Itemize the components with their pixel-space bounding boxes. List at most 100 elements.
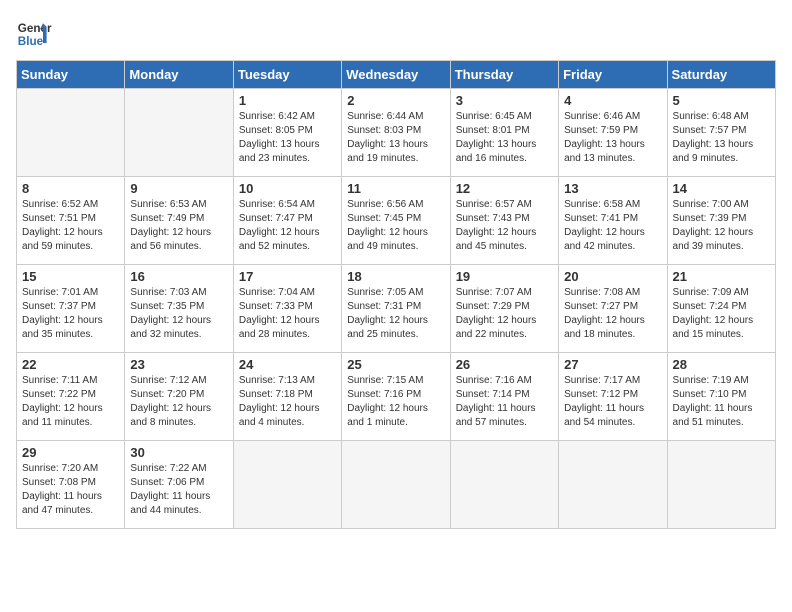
- calendar-week-row: 1 Sunrise: 6:42 AM Sunset: 8:05 PM Daylig…: [17, 89, 776, 177]
- day-info: Sunrise: 6:53 AM Sunset: 7:49 PM Dayligh…: [130, 198, 227, 254]
- calendar-cell: 25 Sunrise: 7:15 AM Sunset: 7:16 PM Dayli…: [342, 353, 450, 441]
- calendar-cell: [667, 441, 775, 529]
- day-number: 17: [239, 269, 336, 284]
- day-info: Sunrise: 7:07 AM Sunset: 7:29 PM Dayligh…: [456, 286, 553, 342]
- calendar-cell: [125, 89, 233, 177]
- day-number: 15: [22, 269, 119, 284]
- day-number: 12: [456, 181, 553, 196]
- column-header-saturday: Saturday: [667, 61, 775, 89]
- calendar-body: 1 Sunrise: 6:42 AM Sunset: 8:05 PM Daylig…: [17, 89, 776, 529]
- column-header-wednesday: Wednesday: [342, 61, 450, 89]
- calendar-cell: 4Sunrise: 6:46 AM Sunset: 7:59 PM Daylig…: [559, 89, 667, 177]
- day-info: Sunrise: 7:09 AM Sunset: 7:24 PM Dayligh…: [673, 286, 770, 342]
- day-info: Sunrise: 6:44 AM Sunset: 8:03 PM Dayligh…: [347, 110, 444, 166]
- svg-text:Blue: Blue: [18, 35, 44, 48]
- calendar-cell: [450, 441, 558, 529]
- calendar-cell: 26Sunrise: 7:16 AM Sunset: 7:14 PM Dayli…: [450, 353, 558, 441]
- day-info: Sunrise: 7:04 AM Sunset: 7:33 PM Dayligh…: [239, 286, 336, 342]
- day-number: 21: [673, 269, 770, 284]
- calendar-cell: [233, 441, 341, 529]
- calendar-cell: 13 Sunrise: 6:58 AM Sunset: 7:41 PM Dayli…: [559, 177, 667, 265]
- day-number: 24: [239, 357, 336, 372]
- logo: General Blue: [16, 16, 52, 52]
- day-info: Sunrise: 7:22 AM Sunset: 7:06 PM Dayligh…: [130, 462, 227, 518]
- calendar-week-row: 29 Sunrise: 7:20 AM Sunset: 7:08 PM Dayli…: [17, 441, 776, 529]
- calendar-cell: 8 Sunrise: 6:52 AM Sunset: 7:51 PM Daylig…: [17, 177, 125, 265]
- calendar-cell: 27Sunrise: 7:17 AM Sunset: 7:12 PM Dayli…: [559, 353, 667, 441]
- day-number: 19: [456, 269, 553, 284]
- day-info: Sunrise: 6:58 AM Sunset: 7:41 PM Dayligh…: [564, 198, 661, 254]
- day-info: Sunrise: 7:05 AM Sunset: 7:31 PM Dayligh…: [347, 286, 444, 342]
- day-info: Sunrise: 6:52 AM Sunset: 7:51 PM Dayligh…: [22, 198, 119, 254]
- calendar-header-row: SundayMondayTuesdayWednesdayThursdayFrid…: [17, 61, 776, 89]
- day-number: 18: [347, 269, 444, 284]
- day-number: 29: [22, 445, 119, 460]
- calendar-cell: 18 Sunrise: 7:05 AM Sunset: 7:31 PM Dayli…: [342, 265, 450, 353]
- calendar-cell: 3Sunrise: 6:45 AM Sunset: 8:01 PM Daylig…: [450, 89, 558, 177]
- calendar-cell: 12 Sunrise: 6:57 AM Sunset: 7:43 PM Dayli…: [450, 177, 558, 265]
- calendar-cell: 23Sunrise: 7:12 AM Sunset: 7:20 PM Dayli…: [125, 353, 233, 441]
- day-info: Sunrise: 6:56 AM Sunset: 7:45 PM Dayligh…: [347, 198, 444, 254]
- day-info: Sunrise: 6:42 AM Sunset: 8:05 PM Dayligh…: [239, 110, 336, 166]
- day-number: 8: [22, 181, 119, 196]
- calendar-cell: 29 Sunrise: 7:20 AM Sunset: 7:08 PM Dayli…: [17, 441, 125, 529]
- calendar-cell: 21 Sunrise: 7:09 AM Sunset: 7:24 PM Dayli…: [667, 265, 775, 353]
- column-header-friday: Friday: [559, 61, 667, 89]
- calendar-cell: 17 Sunrise: 7:04 AM Sunset: 7:33 PM Dayli…: [233, 265, 341, 353]
- column-header-monday: Monday: [125, 61, 233, 89]
- day-number: 22: [22, 357, 119, 372]
- column-header-tuesday: Tuesday: [233, 61, 341, 89]
- day-info: Sunrise: 6:54 AM Sunset: 7:47 PM Dayligh…: [239, 198, 336, 254]
- day-info: Sunrise: 6:57 AM Sunset: 7:43 PM Dayligh…: [456, 198, 553, 254]
- day-info: Sunrise: 7:11 AM Sunset: 7:22 PM Dayligh…: [22, 374, 119, 430]
- calendar-cell: 28Sunrise: 7:19 AM Sunset: 7:10 PM Dayli…: [667, 353, 775, 441]
- calendar-cell: [559, 441, 667, 529]
- day-number: 5: [673, 93, 770, 108]
- svg-text:General: General: [18, 22, 52, 35]
- day-number: 4: [564, 93, 661, 108]
- calendar-week-row: 15 Sunrise: 7:01 AM Sunset: 7:37 PM Dayli…: [17, 265, 776, 353]
- day-number: 11: [347, 181, 444, 196]
- column-header-sunday: Sunday: [17, 61, 125, 89]
- day-number: 26: [456, 357, 553, 372]
- calendar-week-row: 8 Sunrise: 6:52 AM Sunset: 7:51 PM Daylig…: [17, 177, 776, 265]
- calendar-cell: 15 Sunrise: 7:01 AM Sunset: 7:37 PM Dayli…: [17, 265, 125, 353]
- calendar-cell: 2 Sunrise: 6:44 AM Sunset: 8:03 PM Daylig…: [342, 89, 450, 177]
- day-info: Sunrise: 7:00 AM Sunset: 7:39 PM Dayligh…: [673, 198, 770, 254]
- calendar-cell: 1 Sunrise: 6:42 AM Sunset: 8:05 PM Daylig…: [233, 89, 341, 177]
- calendar-cell: 14 Sunrise: 7:00 AM Sunset: 7:39 PM Dayli…: [667, 177, 775, 265]
- day-number: 2: [347, 93, 444, 108]
- day-number: 9: [130, 181, 227, 196]
- day-info: Sunrise: 7:12 AM Sunset: 7:20 PM Dayligh…: [130, 374, 227, 430]
- day-info: Sunrise: 6:48 AM Sunset: 7:57 PM Dayligh…: [673, 110, 770, 166]
- day-info: Sunrise: 7:08 AM Sunset: 7:27 PM Dayligh…: [564, 286, 661, 342]
- day-number: 20: [564, 269, 661, 284]
- day-number: 16: [130, 269, 227, 284]
- day-info: Sunrise: 7:17 AM Sunset: 7:12 PM Dayligh…: [564, 374, 661, 430]
- day-info: Sunrise: 7:01 AM Sunset: 7:37 PM Dayligh…: [22, 286, 119, 342]
- day-info: Sunrise: 7:20 AM Sunset: 7:08 PM Dayligh…: [22, 462, 119, 518]
- calendar-cell: 19 Sunrise: 7:07 AM Sunset: 7:29 PM Dayli…: [450, 265, 558, 353]
- day-number: 14: [673, 181, 770, 196]
- calendar-cell: 20 Sunrise: 7:08 AM Sunset: 7:27 PM Dayli…: [559, 265, 667, 353]
- day-number: 25: [347, 357, 444, 372]
- calendar-cell: 24Sunrise: 7:13 AM Sunset: 7:18 PM Dayli…: [233, 353, 341, 441]
- calendar-cell: 16Sunrise: 7:03 AM Sunset: 7:35 PM Dayli…: [125, 265, 233, 353]
- day-info: Sunrise: 7:19 AM Sunset: 7:10 PM Dayligh…: [673, 374, 770, 430]
- calendar-cell: 10 Sunrise: 6:54 AM Sunset: 7:47 PM Dayli…: [233, 177, 341, 265]
- calendar-cell: [17, 89, 125, 177]
- day-number: 10: [239, 181, 336, 196]
- page-header: General Blue: [16, 16, 776, 52]
- day-info: Sunrise: 7:15 AM Sunset: 7:16 PM Dayligh…: [347, 374, 444, 430]
- day-number: 13: [564, 181, 661, 196]
- calendar-table: SundayMondayTuesdayWednesdayThursdayFrid…: [16, 60, 776, 529]
- calendar-week-row: 22 Sunrise: 7:11 AM Sunset: 7:22 PM Dayli…: [17, 353, 776, 441]
- logo-icon: General Blue: [16, 16, 52, 52]
- calendar-cell: 22 Sunrise: 7:11 AM Sunset: 7:22 PM Dayli…: [17, 353, 125, 441]
- calendar-cell: 30Sunrise: 7:22 AM Sunset: 7:06 PM Dayli…: [125, 441, 233, 529]
- day-info: Sunrise: 6:45 AM Sunset: 8:01 PM Dayligh…: [456, 110, 553, 166]
- calendar-cell: 5 Sunrise: 6:48 AM Sunset: 7:57 PM Daylig…: [667, 89, 775, 177]
- day-number: 1: [239, 93, 336, 108]
- calendar-cell: [342, 441, 450, 529]
- column-header-thursday: Thursday: [450, 61, 558, 89]
